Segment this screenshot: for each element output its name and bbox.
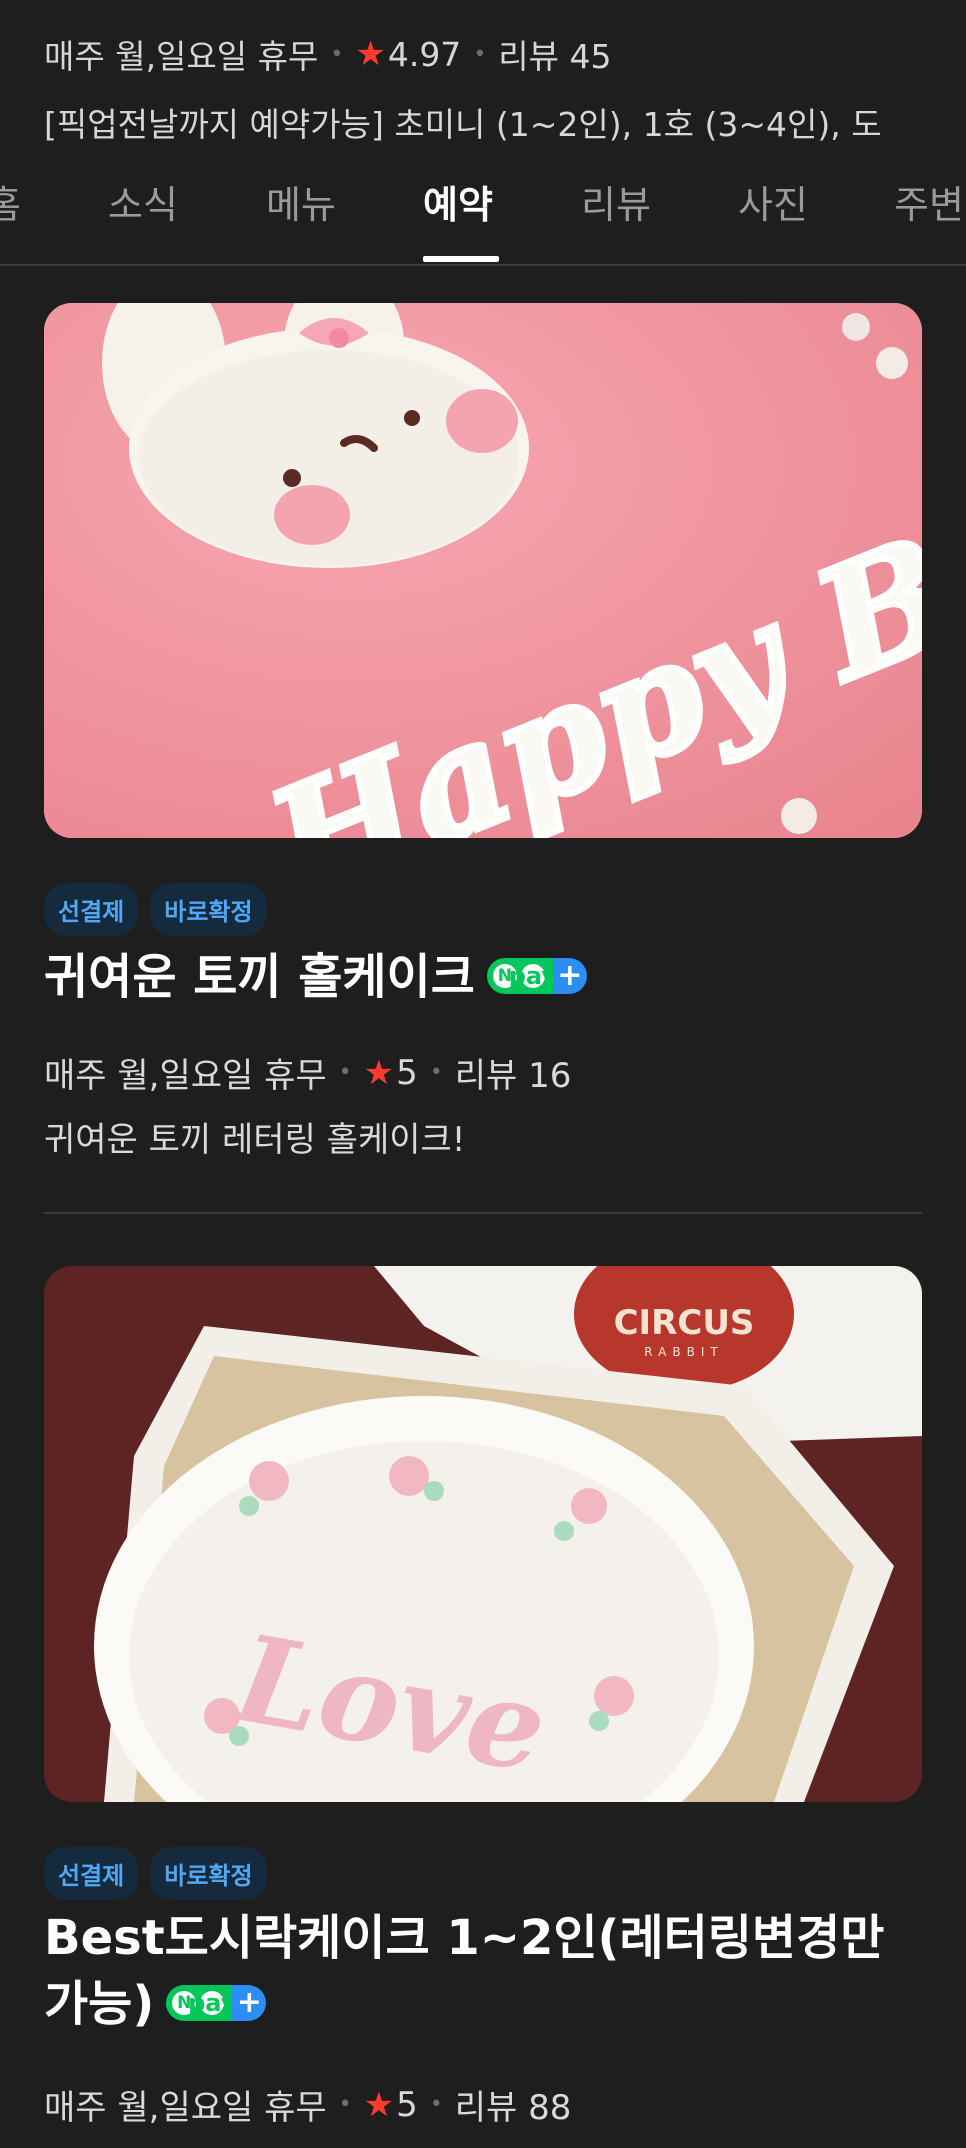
separator-dot: • <box>338 1060 352 1085</box>
tab-photos[interactable]: 사진 <box>738 174 808 229</box>
lunchbox-cake-illustration: CIRCUS RABBIT Love <box>44 1266 922 1802</box>
product-meta: 매주 월,일요일 휴무 • ★ 5 • 리뷰 88 <box>44 2080 571 2129</box>
separator-dot: • <box>330 41 344 67</box>
tag-instant-confirm: 바로확정 <box>150 1847 267 1900</box>
separator-dot: • <box>338 2092 352 2117</box>
star-icon: ★ <box>363 1052 395 1093</box>
product-tags: 선결제 바로확정 <box>44 1847 267 1900</box>
product-image-lunchbox-cake[interactable]: CIRCUS RABBIT Love <box>44 1266 922 1802</box>
product-tags: 선결제 바로확정 <box>44 883 267 936</box>
store-meta: 매주 월,일요일 휴무 • ★ 4.97 • 리뷰 45 <box>44 30 612 78</box>
tag-prepay: 선결제 <box>44 1847 139 1900</box>
active-tab-indicator <box>423 256 499 262</box>
rating-value: 5 <box>396 2084 418 2125</box>
product-title[interactable]: 귀여운 토끼 홀케이크 Npay + <box>44 944 587 1010</box>
product-title[interactable]: Best도시락케이크 1~2인(레터링변경만가능) Npay + <box>44 1905 922 2037</box>
holiday-text: 매주 월,일요일 휴무 <box>44 2088 327 2128</box>
holiday-text: 매주 월,일요일 휴무 <box>44 37 319 76</box>
tag-instant-confirm: 바로확정 <box>150 883 267 936</box>
separator-dot: • <box>473 41 487 67</box>
page: 매주 월,일요일 휴무 • ★ 4.97 • 리뷰 45 [픽업전날까지 예약가… <box>0 0 966 2148</box>
npay-label: pay <box>508 962 558 990</box>
rating-value: 4.97 <box>387 34 462 74</box>
product-image-rabbit-cake[interactable]: Happy Birthday <box>44 303 922 838</box>
divider <box>44 1212 922 1214</box>
plus-icon: + <box>552 958 587 994</box>
tab-home[interactable]: 홈 <box>0 174 21 229</box>
brand-logo-sub: RABBIT <box>644 1345 723 1359</box>
product-description: 귀여운 토끼 레터링 홀케이크! <box>44 1120 466 1160</box>
review-count: 리뷰 88 <box>454 2088 572 2128</box>
plus-icon: + <box>232 1985 267 2021</box>
product-meta: 매주 월,일요일 휴무 • ★ 5 • 리뷰 16 <box>44 1048 571 1097</box>
tab-reservation[interactable]: 예약 <box>423 174 493 229</box>
tab-news[interactable]: 소식 <box>108 174 178 229</box>
rabbit-cake-illustration: Happy Birthday <box>44 303 922 838</box>
tab-nearby[interactable]: 주변 <box>894 174 964 229</box>
star-icon: ★ <box>355 34 386 74</box>
product-title-text: 귀여운 토끼 홀케이크 <box>44 949 475 1005</box>
separator-dot: • <box>429 1060 443 1085</box>
tab-menu[interactable]: 메뉴 <box>266 174 336 229</box>
tab-reviews[interactable]: 리뷰 <box>581 174 651 229</box>
npay-label: pay <box>188 1989 237 2017</box>
review-count: 리뷰 16 <box>454 1056 572 1096</box>
store-description: [픽업전날까지 예약가능] 초미니 (1~2인), 1호 (3~4인), 도 <box>44 105 882 144</box>
npay-plus-badge: Npay + <box>166 1985 267 2021</box>
star-icon: ★ <box>363 2084 395 2125</box>
tag-prepay: 선결제 <box>44 883 139 936</box>
review-count[interactable]: 리뷰 45 <box>498 30 611 78</box>
tab-bar: 홈 소식 메뉴 예약 리뷰 사진 주변 <box>0 160 966 266</box>
holiday-text: 매주 월,일요일 휴무 <box>44 1056 327 1096</box>
npay-plus-badge: Npay + <box>486 958 587 994</box>
rating-value: 5 <box>396 1052 418 1093</box>
brand-logo-text: CIRCUS <box>614 1303 755 1343</box>
separator-dot: • <box>429 2092 443 2117</box>
